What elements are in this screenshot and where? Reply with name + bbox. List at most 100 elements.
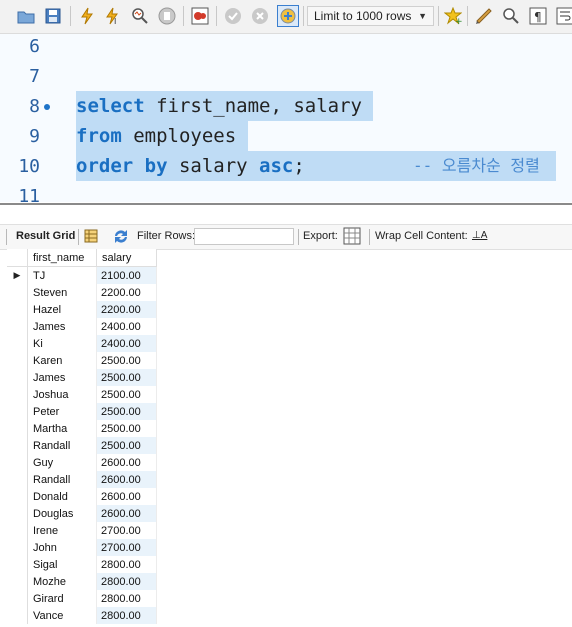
commit-icon[interactable] — [223, 6, 243, 26]
filter-rows-input[interactable] — [194, 228, 294, 245]
row-indicator[interactable] — [7, 420, 28, 437]
find-icon[interactable] — [501, 6, 521, 26]
cell-salary[interactable]: 2500.00 — [96, 420, 157, 437]
cell-salary[interactable]: 2800.00 — [96, 590, 157, 607]
wrap-icon[interactable] — [555, 6, 572, 26]
beautify-icon[interactable] — [474, 6, 494, 26]
result-grid-tab[interactable]: Result Grid — [16, 230, 75, 242]
row-indicator[interactable] — [7, 556, 28, 573]
save-icon[interactable] — [43, 6, 63, 26]
table-row[interactable]: Vance 2800.00 — [7, 607, 157, 624]
cell-first-name[interactable]: Hazel — [27, 301, 97, 318]
table-row[interactable]: Steven 2200.00 — [7, 284, 157, 301]
wrap-cell-icon[interactable]: ⊥A — [472, 230, 487, 241]
cell-salary[interactable]: 2700.00 — [96, 522, 157, 539]
table-row[interactable]: Peter 2500.00 — [7, 403, 157, 420]
autocommit-icon[interactable] — [277, 5, 299, 27]
export-icon[interactable] — [343, 227, 361, 248]
cell-salary[interactable]: 2400.00 — [96, 318, 157, 335]
add-snippet-icon[interactable]: + — [443, 6, 463, 26]
cell-salary[interactable]: 2600.00 — [96, 505, 157, 522]
table-row[interactable]: Joshua 2500.00 — [7, 386, 157, 403]
cell-first-name[interactable]: Girard — [27, 590, 97, 607]
refresh-icon[interactable] — [112, 228, 130, 247]
cell-salary[interactable]: 2500.00 — [96, 437, 157, 454]
cell-salary[interactable]: 2800.00 — [96, 573, 157, 590]
cell-first-name[interactable]: Peter — [27, 403, 97, 420]
cell-first-name[interactable]: Karen — [27, 352, 97, 369]
cell-first-name[interactable]: Martha — [27, 420, 97, 437]
row-indicator[interactable] — [7, 284, 28, 301]
table-row[interactable]: Sigal 2800.00 — [7, 556, 157, 573]
row-indicator[interactable] — [7, 505, 28, 522]
open-folder-icon[interactable] — [16, 6, 36, 26]
row-indicator[interactable] — [7, 488, 28, 505]
explain-icon[interactable] — [130, 6, 150, 26]
toggle-error-icon[interactable] — [190, 6, 210, 26]
cell-salary[interactable]: 2200.00 — [96, 284, 157, 301]
cell-salary[interactable]: 2600.00 — [96, 471, 157, 488]
table-row[interactable]: Irene 2700.00 — [7, 522, 157, 539]
row-indicator[interactable] — [7, 539, 28, 556]
cell-first-name[interactable]: James — [27, 369, 97, 386]
cell-first-name[interactable]: Sigal — [27, 556, 97, 573]
cell-salary[interactable]: 2700.00 — [96, 539, 157, 556]
rollback-icon[interactable] — [250, 6, 270, 26]
cell-first-name[interactable]: Irene — [27, 522, 97, 539]
column-header-salary[interactable]: salary — [96, 249, 157, 267]
table-row[interactable]: Karen 2500.00 — [7, 352, 157, 369]
cell-salary[interactable]: 2500.00 — [96, 352, 157, 369]
table-row[interactable]: James 2400.00 — [7, 318, 157, 335]
table-row[interactable]: Donald 2600.00 — [7, 488, 157, 505]
cell-first-name[interactable]: Douglas — [27, 505, 97, 522]
column-header-first-name[interactable]: first_name — [27, 249, 97, 267]
cell-salary[interactable]: 2500.00 — [96, 403, 157, 420]
row-indicator[interactable] — [7, 590, 28, 607]
cell-first-name[interactable]: Mozhe — [27, 573, 97, 590]
cell-salary[interactable]: 2500.00 — [96, 386, 157, 403]
cell-salary[interactable]: 2400.00 — [96, 335, 157, 352]
cell-first-name[interactable]: TJ — [27, 266, 97, 284]
stop-icon[interactable] — [157, 6, 177, 26]
cell-salary[interactable]: 2600.00 — [96, 454, 157, 471]
row-indicator[interactable] — [7, 607, 28, 624]
cell-first-name[interactable]: Ki — [27, 335, 97, 352]
table-row[interactable]: John 2700.00 — [7, 539, 157, 556]
cell-first-name[interactable]: Randall — [27, 437, 97, 454]
current-row-indicator-icon[interactable]: ▶ — [7, 266, 28, 284]
cell-first-name[interactable]: John — [27, 539, 97, 556]
row-indicator[interactable] — [7, 352, 28, 369]
execute-icon[interactable] — [77, 6, 97, 26]
sql-editor[interactable]: 6 7 8 9 10 11 select first_name, salary … — [0, 34, 572, 202]
table-row[interactable]: Douglas 2600.00 — [7, 505, 157, 522]
cell-first-name[interactable]: James — [27, 318, 97, 335]
table-row[interactable]: Guy 2600.00 — [7, 454, 157, 471]
table-row[interactable]: Martha 2500.00 — [7, 420, 157, 437]
cell-salary[interactable]: 2500.00 — [96, 369, 157, 386]
panel-splitter[interactable] — [0, 203, 572, 210]
cell-salary[interactable]: 2800.00 — [96, 556, 157, 573]
cell-first-name[interactable]: Joshua — [27, 386, 97, 403]
cell-first-name[interactable]: Vance — [27, 607, 97, 624]
cell-first-name[interactable]: Guy — [27, 454, 97, 471]
grid-view-icon[interactable] — [84, 229, 98, 246]
row-indicator[interactable] — [7, 454, 28, 471]
row-indicator[interactable] — [7, 471, 28, 488]
table-row[interactable]: Randall 2500.00 — [7, 437, 157, 454]
table-row[interactable]: Hazel 2200.00 — [7, 301, 157, 318]
row-indicator[interactable] — [7, 369, 28, 386]
cell-salary[interactable]: 2800.00 — [96, 607, 157, 624]
table-row[interactable]: ▶ TJ 2100.00 — [7, 266, 157, 284]
table-row[interactable]: Ki 2400.00 — [7, 335, 157, 352]
row-indicator[interactable] — [7, 386, 28, 403]
table-row[interactable]: Girard 2800.00 — [7, 590, 157, 607]
execute-current-icon[interactable]: I — [103, 6, 123, 26]
cell-first-name[interactable]: Donald — [27, 488, 97, 505]
cell-first-name[interactable]: Randall — [27, 471, 97, 488]
limit-rows-select[interactable]: Limit to 1000 rows ▼ — [307, 6, 434, 26]
row-indicator[interactable] — [7, 335, 28, 352]
table-row[interactable]: Mozhe 2800.00 — [7, 573, 157, 590]
table-row[interactable]: James 2500.00 — [7, 369, 157, 386]
row-indicator[interactable] — [7, 301, 28, 318]
row-indicator[interactable] — [7, 403, 28, 420]
